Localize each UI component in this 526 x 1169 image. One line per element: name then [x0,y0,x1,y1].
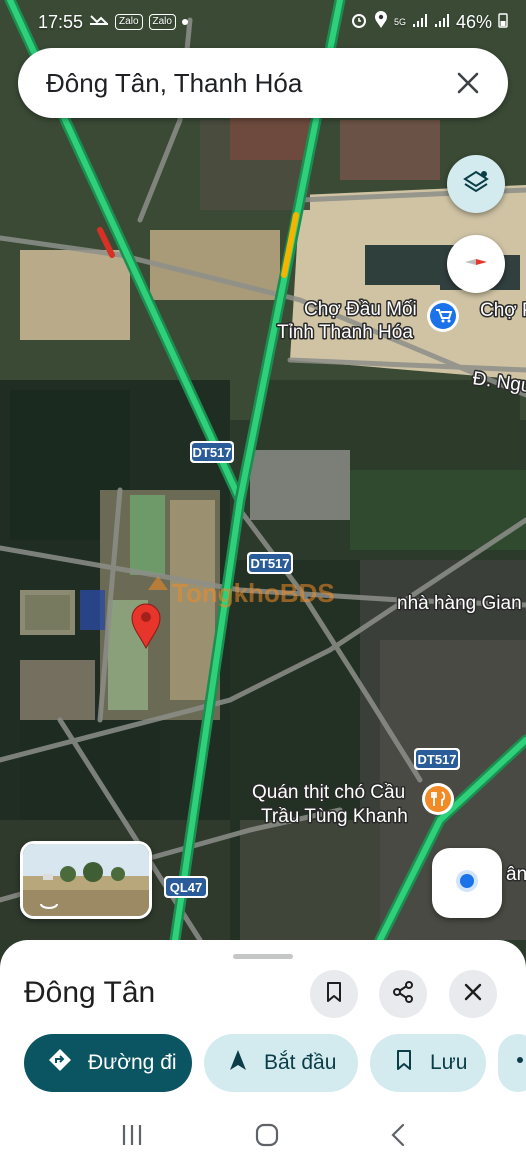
search-query[interactable]: Đông Tân, Thanh Hóa [46,68,452,99]
market-label-line2: Tỉnh Thanh Hóa [277,322,413,343]
close-icon[interactable] [452,67,484,99]
recent-apps-icon[interactable] [120,1124,144,1151]
close-sheet-button[interactable] [449,970,497,1018]
svg-text:DT517: DT517 [417,752,456,767]
my-location-icon [452,866,482,901]
directions-label: Đường đi [88,1051,177,1074]
restaurant-label[interactable]: nhà hàng Gian [396,592,524,616]
share-icon [510,1049,524,1077]
route-shield-dt517-c: DT517 [414,748,460,770]
share-button[interactable] [379,970,427,1018]
svg-text:QL47: QL47 [170,880,203,895]
market2-label[interactable]: Chợ P [479,299,526,323]
svg-text:DT517: DT517 [250,556,289,571]
street-view-thumbnail[interactable] [20,841,152,919]
system-nav-bar [0,1105,526,1169]
restaurant2-label-line1: Quán thịt chó Cầu [252,782,405,803]
zalo-icon-2: Zalo [148,14,176,30]
battery-icon [498,12,508,33]
svg-text:TongkhoBDS: TongkhoBDS [172,578,335,608]
start-label: Bắt đầu [264,1051,337,1074]
signal-icon-2 [434,12,450,33]
layers-icon [462,168,490,201]
network-type: 5G [393,16,406,27]
place-sheet[interactable]: Đông Tân Đường đi Bắt đầu Lưu [0,940,526,1169]
battery-level: 46% [455,11,492,32]
svg-text:DT517: DT517 [192,445,231,460]
my-location-button[interactable] [432,848,502,918]
route-shield-dt517-b: DT517 [247,552,293,574]
layers-button[interactable] [447,155,505,213]
start-button[interactable]: Bắt đầu [204,1034,358,1092]
status-bar: 17:55 Zalo Zalo 5G 46% [0,0,526,44]
close-icon [463,982,483,1007]
bookmark-button[interactable] [310,970,358,1018]
drag-handle[interactable] [233,954,293,959]
share-chip[interactable] [498,1034,526,1092]
market-label-line1: Chợ Đầu Mối [304,299,417,320]
compass-icon [461,247,491,282]
alarm-icon [350,11,368,34]
route-shield-dt517-a: DT517 [190,441,234,463]
route-shield-ql47: QL47 [164,876,208,898]
location-icon [374,10,388,34]
zalo-icon: Zalo [115,14,143,30]
action-chips: Đường đi Bắt đầu Lưu [24,1034,526,1092]
compass-button[interactable] [447,235,505,293]
fork-knife-icon [425,786,451,812]
shopping-cart-icon [430,303,456,329]
signal-icon [412,12,428,33]
back-icon[interactable] [390,1123,406,1152]
directions-button[interactable]: Đường đi [24,1034,192,1092]
edge-label: ân [506,864,526,885]
place-title: Đông Tân [24,976,156,1009]
watermark: TongkhoBDS [148,576,335,608]
home-icon[interactable] [254,1122,280,1153]
bookmark-icon [394,1049,414,1077]
search-bar[interactable]: Đông Tân, Thanh Hóa [18,48,508,118]
save-label: Lưu [430,1051,468,1074]
bookmark-icon [324,981,344,1008]
restaurant2-label-line2: Trầu Tùng Khanh [261,806,408,827]
share-icon [392,980,414,1008]
directions-icon [48,1048,72,1078]
clock: 17:55 [38,11,84,32]
missed-call-icon [89,12,109,33]
navigation-arrow-icon [228,1049,248,1077]
save-button[interactable]: Lưu [370,1034,486,1092]
more-notifications-icon [181,19,188,25]
